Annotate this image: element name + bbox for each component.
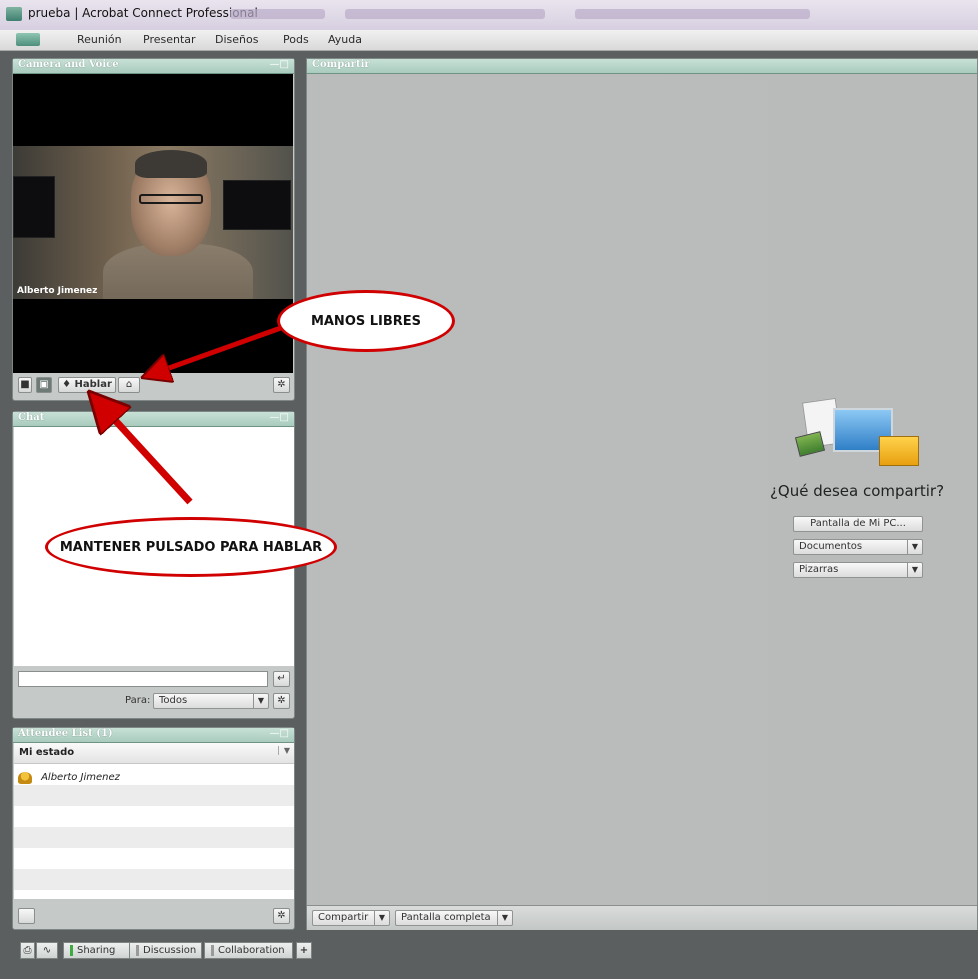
- active-tab-indicator: [70, 944, 73, 956]
- tab-collaboration[interactable]: Collaboration: [204, 942, 293, 959]
- tab-indicator: [136, 944, 139, 956]
- print-icon[interactable]: ⎙: [20, 942, 35, 959]
- add-tab-icon[interactable]: +: [296, 942, 312, 959]
- layout-tab-bar: ⎙ ∿ Sharing Discussion Collaboration +: [0, 934, 978, 979]
- tab-sharing[interactable]: Sharing: [63, 942, 137, 959]
- annotation-arrows: [0, 321, 293, 505]
- arrow-to-talk: [102, 406, 193, 505]
- tab-label: Collaboration: [218, 945, 285, 956]
- callout-push-to-talk: MANTENER PULSADO PARA HABLAR: [45, 517, 337, 577]
- tab-label: Discussion: [143, 945, 197, 956]
- arrow-to-lock: [155, 321, 293, 373]
- connect-logo-icon[interactable]: ∿: [36, 942, 58, 959]
- callout-hands-free: MANOS LIBRES: [277, 290, 455, 352]
- tab-label: Sharing: [77, 945, 116, 956]
- tab-discussion[interactable]: Discussion: [129, 942, 202, 959]
- tab-indicator: [211, 944, 214, 956]
